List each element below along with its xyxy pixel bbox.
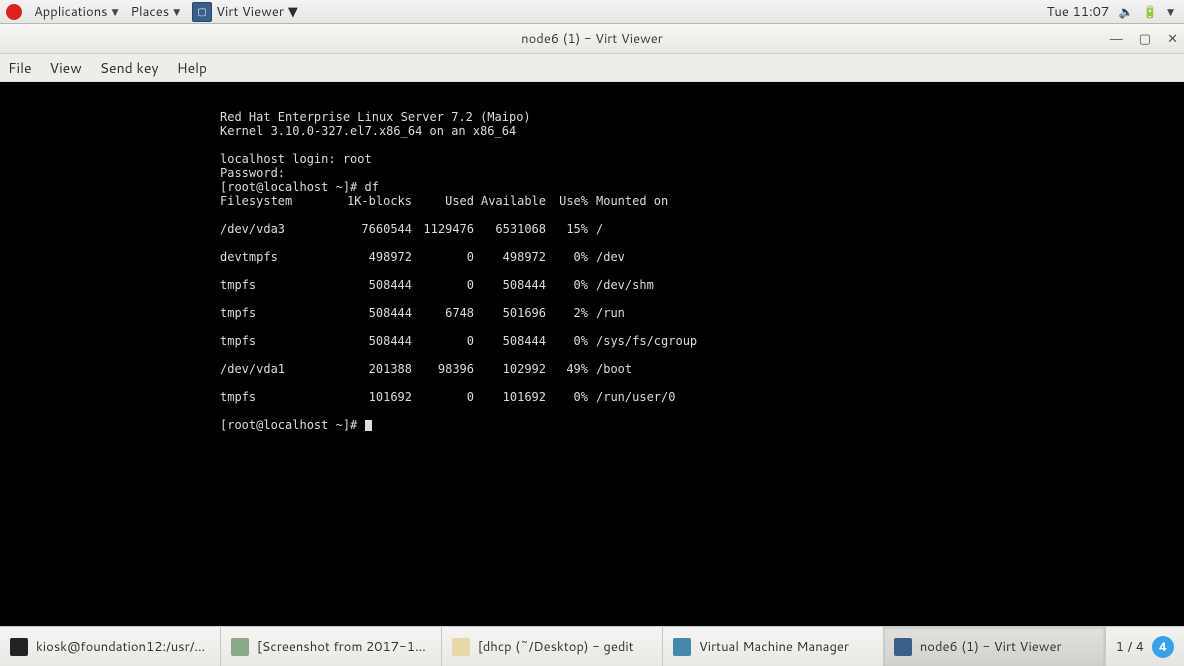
df-row: tmpfs50844405084440%/sys/fs/cgroup [220, 334, 1184, 348]
places-menu[interactable]: Places ▼ [125, 0, 187, 23]
df-row: tmpfs50844467485016962%/run [220, 306, 1184, 320]
taskbar-item-label: node6 (1) - Virt Viewer [920, 638, 1062, 656]
prompt-line: [root@localhost ~]# df [220, 180, 379, 194]
redhat-activities-icon[interactable] [6, 4, 22, 20]
volume-icon[interactable]: 🔈 [1119, 5, 1133, 19]
virt-viewer-menubar: File View Send key Help [0, 54, 1184, 82]
workspace-badge: 4 [1152, 636, 1174, 658]
text-editor-icon [452, 638, 470, 656]
chevron-down-icon: ▼ [288, 3, 298, 21]
taskbar-item-label: Virtual Machine Manager [699, 638, 849, 656]
chevron-down-icon: ▼ [173, 5, 180, 18]
login-line: localhost login: root [220, 152, 372, 166]
virt-viewer-app-menu[interactable]: ▢ Virt Viewer ▼ [186, 2, 304, 22]
prompt-line: [root@localhost ~]# [220, 418, 365, 432]
taskbar-item-label: [dhcp (~/Desktop) - gedit [478, 638, 634, 656]
system-tray: Tue 11:07 🔈 🔋 ▼ [1047, 3, 1178, 21]
menu-help[interactable]: Help [177, 58, 207, 78]
df-row: devtmpfs49897204989720%/dev [220, 250, 1184, 264]
window-title: node6 (1) - Virt Viewer [521, 30, 663, 48]
df-row: /dev/vda12013889839610299249%/boot [220, 362, 1184, 376]
workspace-switcher[interactable]: 1 / 4 4 [1105, 627, 1184, 666]
gnome-taskbar: kiosk@foundation12:/usr/sbin [Screenshot… [0, 626, 1184, 666]
df-row: tmpfs50844405084440%/dev/shm [220, 278, 1184, 292]
virt-manager-icon [673, 638, 691, 656]
menu-file[interactable]: File [8, 58, 32, 78]
taskbar-item-label: kiosk@foundation12:/usr/sbin [36, 638, 210, 656]
df-header-row: Filesystem1K-blocksUsedAvailableUse%Moun… [220, 194, 1184, 208]
close-button[interactable]: ✕ [1167, 31, 1178, 47]
clock-label[interactable]: Tue 11:07 [1047, 3, 1109, 21]
text-cursor [365, 420, 372, 431]
minimize-button[interactable]: — [1110, 31, 1123, 46]
df-row: /dev/vda376605441129476653106815%/ [220, 222, 1184, 236]
menu-sendkey[interactable]: Send key [100, 58, 159, 78]
terminal-icon [10, 638, 28, 656]
magnifier-icon [231, 638, 249, 656]
taskbar-item-virt-viewer[interactable]: node6 (1) - Virt Viewer [884, 627, 1105, 666]
menu-view[interactable]: View [50, 58, 82, 78]
applications-label: Applications [34, 3, 108, 21]
window-titlebar[interactable]: node6 (1) - Virt Viewer — ▢ ✕ [0, 24, 1184, 54]
password-line: Password: [220, 166, 285, 180]
virt-viewer-window: node6 (1) - Virt Viewer — ▢ ✕ File View … [0, 24, 1184, 626]
virt-viewer-icon [894, 638, 912, 656]
window-controls: — ▢ ✕ [1110, 24, 1178, 53]
taskbar-item-terminal[interactable]: kiosk@foundation12:/usr/sbin [0, 627, 221, 666]
banner-line: Red Hat Enterprise Linux Server 7.2 (Mai… [220, 110, 531, 124]
chevron-down-icon[interactable]: ▼ [1167, 5, 1174, 18]
workspace-indicator: 1 / 4 [1116, 638, 1144, 656]
battery-icon[interactable]: 🔋 [1143, 5, 1157, 19]
maximize-button[interactable]: ▢ [1139, 31, 1151, 47]
taskbar-item-label: [Screenshot from 2017-10-29 ... [257, 638, 431, 656]
guest-console-text: Red Hat Enterprise Linux Server 7.2 (Mai… [0, 82, 1184, 446]
banner-line: Kernel 3.10.0-327.el7.x86_64 on an x86_6… [220, 124, 516, 138]
taskbar-item-virt-manager[interactable]: Virtual Machine Manager [663, 627, 884, 666]
taskbar-item-image-viewer[interactable]: [Screenshot from 2017-10-29 ... [221, 627, 442, 666]
applications-menu[interactable]: Applications ▼ [28, 0, 125, 23]
gnome-top-panel: Applications ▼ Places ▼ ▢ Virt Viewer ▼ … [0, 0, 1184, 24]
virt-viewer-icon: ▢ [192, 2, 212, 22]
virt-viewer-launcher-label: Virt Viewer [216, 3, 284, 21]
chevron-down-icon: ▼ [112, 5, 119, 18]
df-row: tmpfs10169201016920%/run/user/0 [220, 390, 1184, 404]
guest-console-area[interactable]: Red Hat Enterprise Linux Server 7.2 (Mai… [0, 82, 1184, 626]
taskbar-item-gedit[interactable]: [dhcp (~/Desktop) - gedit [442, 627, 663, 666]
places-label: Places [131, 3, 170, 21]
